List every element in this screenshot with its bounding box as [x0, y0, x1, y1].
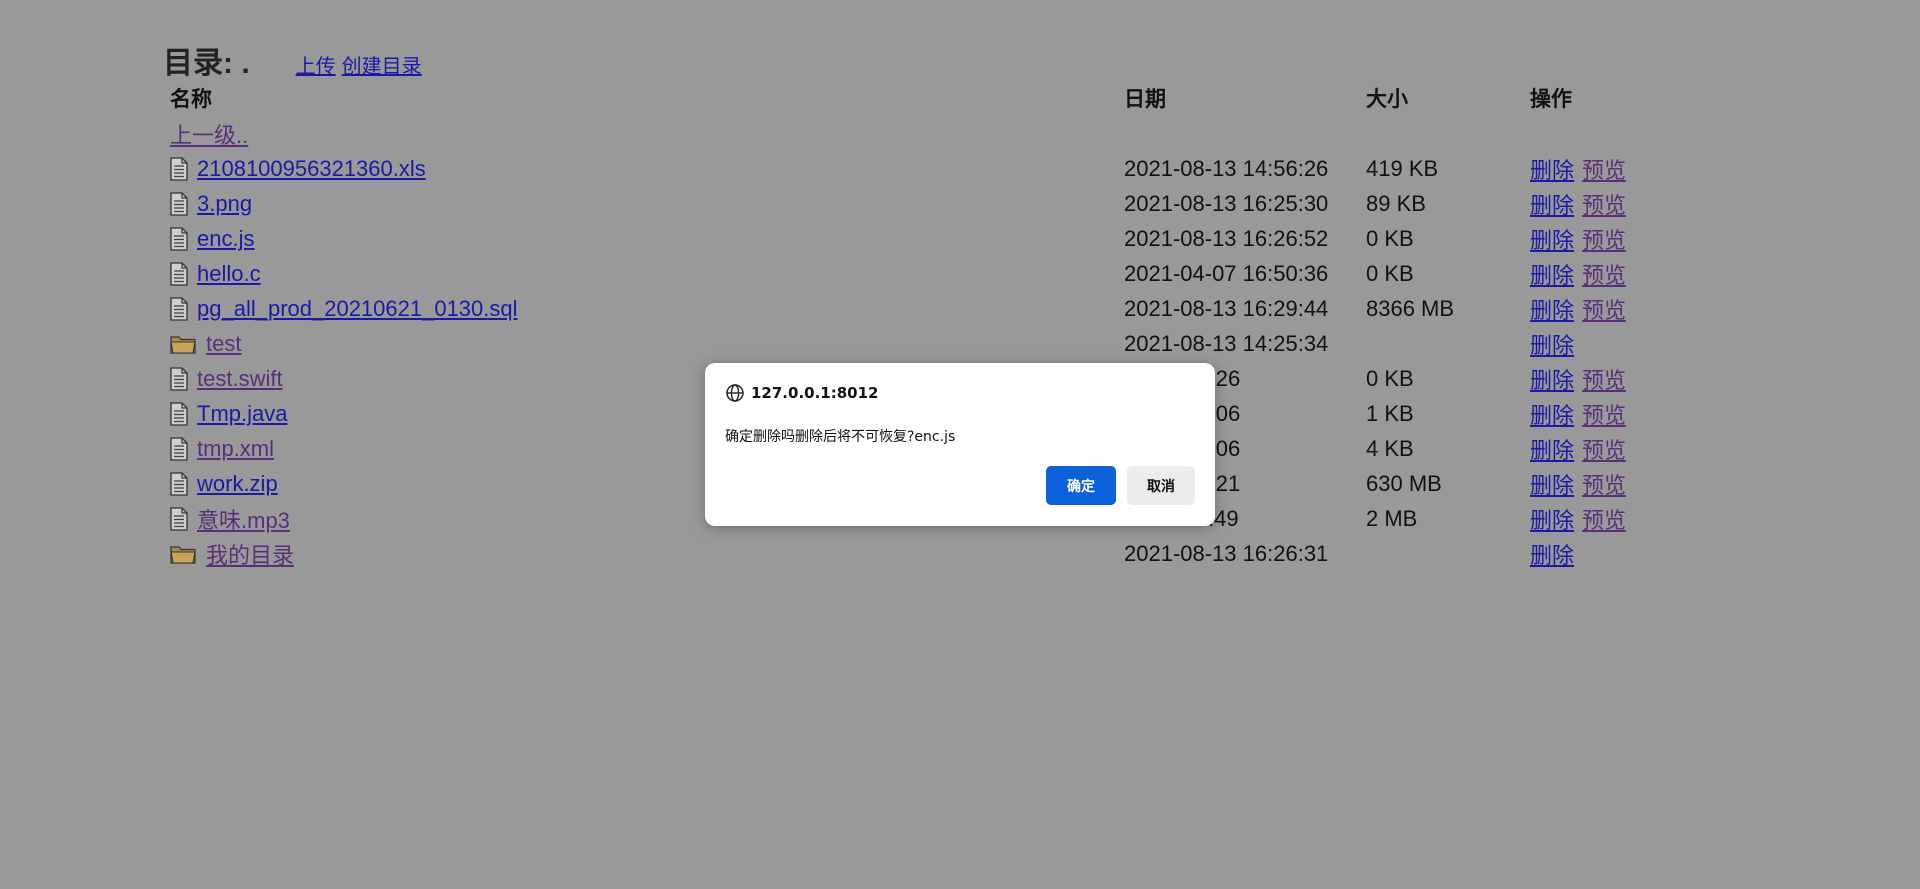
globe-icon [726, 384, 744, 402]
dialog-buttons: 确定 取消 [1046, 466, 1195, 505]
confirm-dialog: 127.0.0.1:8012 确定删除吗删除后将不可恢复?enc.js 确定 取… [705, 363, 1215, 526]
dialog-origin: 127.0.0.1:8012 [725, 383, 878, 403]
dialog-message: 确定删除吗删除后将不可恢复?enc.js [725, 429, 956, 445]
confirm-button[interactable]: 确定 [1046, 466, 1116, 505]
dialog-origin-text: 127.0.0.1:8012 [751, 384, 879, 402]
file-browser-page: 目录: . 上传 创建目录 名称 日期 大小 操作 上一级.. 21081009… [0, 0, 1920, 889]
dialog-overlay: 127.0.0.1:8012 确定删除吗删除后将不可恢复?enc.js 确定 取… [0, 0, 1920, 889]
cancel-button[interactable]: 取消 [1127, 466, 1195, 505]
